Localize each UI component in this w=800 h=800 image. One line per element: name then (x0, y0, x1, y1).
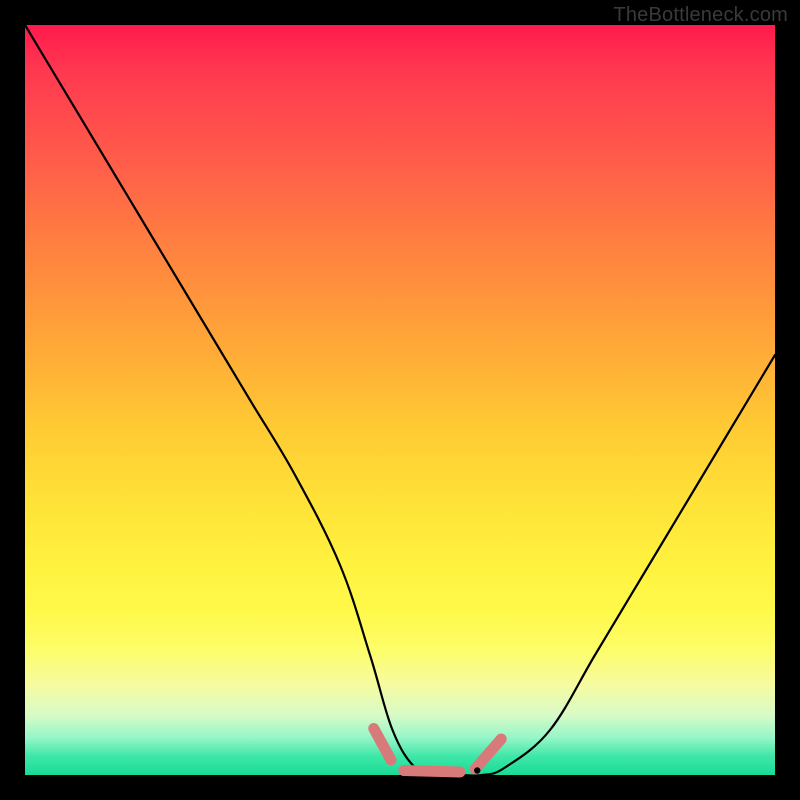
curve-min-dot (474, 767, 480, 773)
flat-marker-segment (475, 739, 501, 769)
flat-region-markers (374, 729, 502, 774)
chart-frame: TheBottleneck.com (0, 0, 800, 800)
curve-layer (25, 25, 775, 775)
attribution-text: TheBottleneck.com (613, 4, 788, 27)
flat-marker-segment (374, 729, 391, 761)
bottleneck-curve (25, 25, 775, 776)
flat-marker-segment (404, 771, 460, 773)
